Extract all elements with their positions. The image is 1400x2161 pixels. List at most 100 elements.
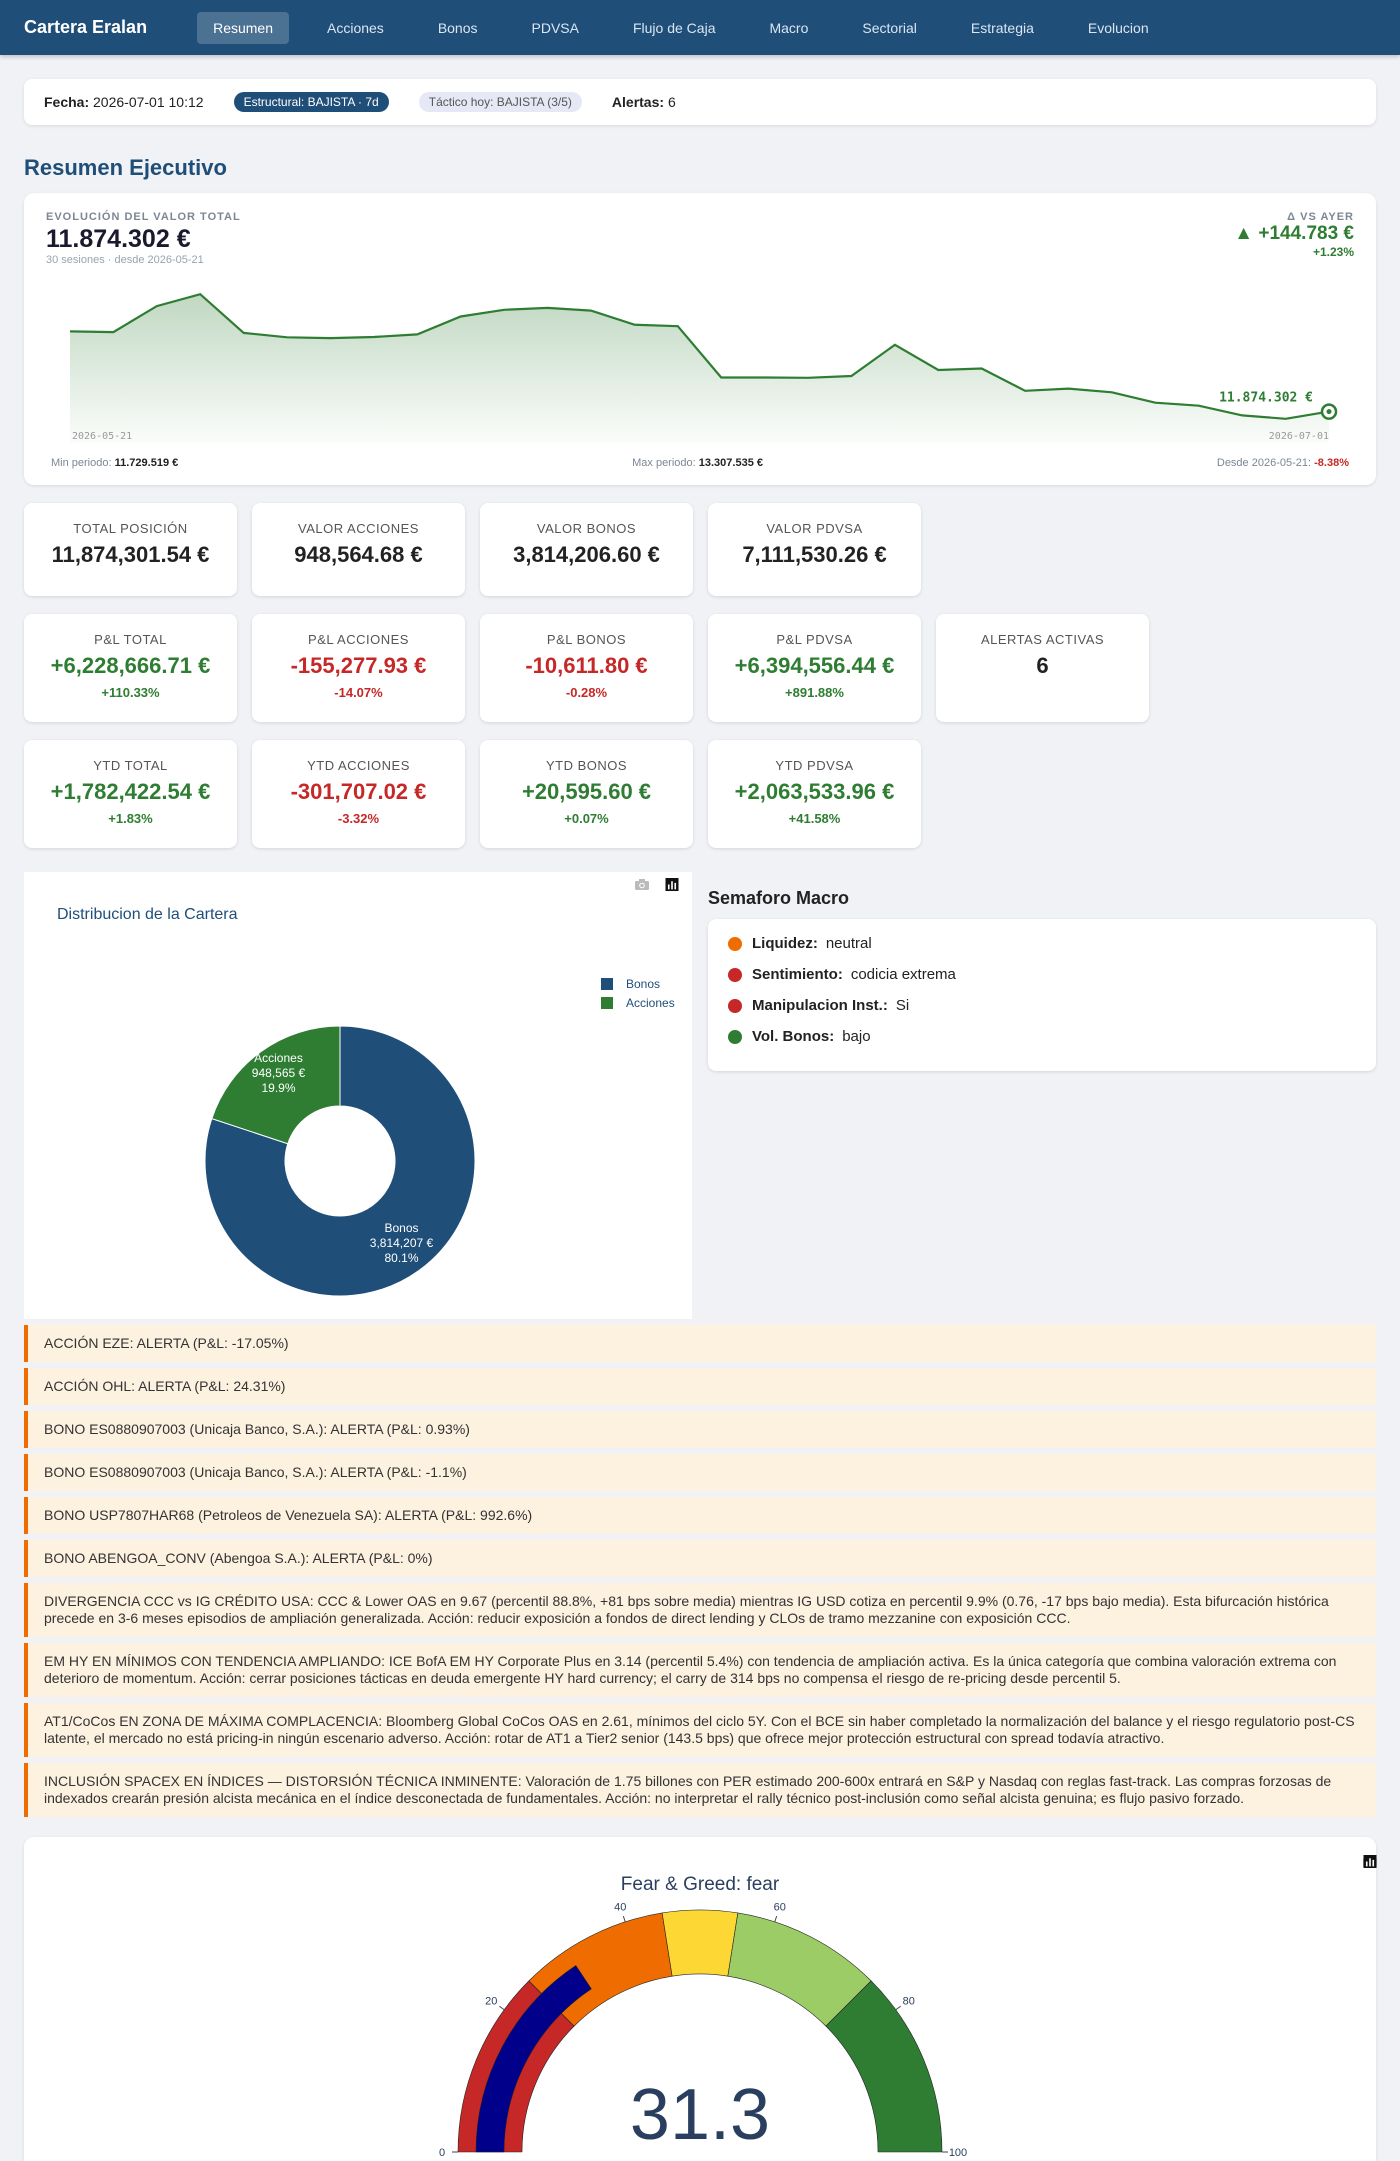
estructural-badge: Estructural: BAJISTA · 7d bbox=[233, 92, 389, 112]
evolution-subtitle: 30 sesiones · desde 2026-05-21 bbox=[46, 254, 204, 266]
kpi-value: 3,814,206.60 € bbox=[513, 542, 660, 567]
kpi-value: 11,874,301.54 € bbox=[51, 542, 210, 567]
tab-acciones[interactable]: Acciones bbox=[311, 12, 400, 44]
semaforo-item: Liquidez: neutral bbox=[728, 935, 1356, 952]
kpi-card: P&L TOTAL +6,228,666.71 € +110.33% bbox=[24, 614, 237, 722]
tab-flujo-de-caja[interactable]: Flujo de Caja bbox=[617, 12, 732, 44]
legend-entry: Acciones bbox=[626, 996, 675, 1010]
gauge-tick-label: 100 bbox=[949, 2147, 967, 2159]
kpi-value: 7,111,530.26 € bbox=[742, 542, 887, 567]
tab-bonos[interactable]: Bonos bbox=[422, 12, 494, 44]
gauge-band bbox=[661, 1909, 739, 1977]
kpi-title: P&L PDVSA bbox=[776, 632, 853, 647]
semaforo-macro: Semaforo Macro Liquidez: neutral Sentimien… bbox=[708, 872, 1376, 1319]
kpi-title: P&L TOTAL bbox=[94, 632, 167, 647]
kpi-percent: +110.33% bbox=[101, 685, 160, 700]
delta-value: ▲ +144.783 € bbox=[1234, 223, 1354, 244]
tab-macro[interactable]: Macro bbox=[753, 12, 824, 44]
tab-sectorial[interactable]: Sectorial bbox=[846, 12, 932, 44]
semaforo-value: Si bbox=[895, 997, 910, 1014]
gauge-value: 31.3 bbox=[630, 2075, 770, 2155]
evolution-end-date: 2026-07-01 bbox=[1269, 431, 1329, 442]
fecha-field: Fecha: 2026-07-01 10:12 bbox=[44, 94, 204, 110]
semaforo-label: Manipulacion Inst.: bbox=[752, 997, 888, 1014]
tactico-badge: Táctico hoy: BAJISTA (3/5) bbox=[418, 92, 582, 112]
evolution-card: 11.874.302 € 2026-05-21 2026-07-01 EVOLUCI… bbox=[24, 193, 1376, 485]
semaforo-title: Semaforo Macro bbox=[708, 888, 850, 908]
gauge-tick-label: 60 bbox=[774, 1902, 786, 1914]
kpi-card: YTD BONOS +20,595.60 € +0.07% bbox=[480, 740, 693, 848]
kpi-value: +20,595.60 € bbox=[521, 779, 652, 804]
kpi-percent: -14.07% bbox=[334, 685, 383, 700]
kpi-percent: -0.28% bbox=[565, 685, 608, 700]
kpi-card: P&L ACCIONES -155,277.93 € -14.07% bbox=[252, 614, 465, 722]
kpi-title: P&L ACCIONES bbox=[308, 632, 409, 647]
status-dot-icon bbox=[728, 936, 742, 951]
max-period: Max periodo: 13.307.535 € bbox=[632, 457, 763, 469]
kpi-value: +2,063,533.96 € bbox=[734, 779, 895, 804]
gauge-tick-label: 20 bbox=[485, 1995, 497, 2007]
evolution-end-label: 11.874.302 € bbox=[1219, 391, 1313, 406]
kpi-title: TOTAL POSICIÓN bbox=[73, 521, 188, 536]
pie-label: 19.9% bbox=[261, 1081, 295, 1095]
kpi-card: YTD PDVSA +2,063,533.96 € +41.58% bbox=[708, 740, 921, 848]
tab-resumen[interactable]: Resumen bbox=[197, 11, 289, 44]
alert-item: ACCIÓN EZE: ALERTA (P&L: -17.05%) bbox=[24, 1325, 1376, 1362]
tab-pdvsa[interactable]: PDVSA bbox=[516, 12, 595, 44]
delta-label: Δ VS AYER bbox=[1287, 211, 1354, 223]
kpi-title: YTD ACCIONES bbox=[307, 758, 410, 773]
semaforo-value: codicia extrema bbox=[850, 966, 956, 983]
fear-greed-gauge: 0 20 40 60 80 100 Fear & Greed: fear 31.3 bbox=[24, 1837, 1377, 2161]
kpi-card: TOTAL POSICIÓN 11,874,301.54 € bbox=[24, 503, 237, 596]
gauge-tick bbox=[895, 2005, 901, 2011]
kpi-title: YTD TOTAL bbox=[93, 758, 168, 773]
gauge-svg: 0 20 40 60 80 100 Fear & Greed: fear 31.3 bbox=[439, 1874, 967, 2159]
legend-swatch bbox=[601, 997, 613, 1009]
semaforo-item: Manipulacion Inst.: Si bbox=[728, 997, 1356, 1014]
pie-label: 80.1% bbox=[384, 1251, 418, 1265]
semaforo-label: Liquidez: bbox=[752, 935, 818, 952]
alert-item: EM HY EN MÍNIMOS CON TENDENCIA AMPLIANDO… bbox=[24, 1643, 1376, 1697]
pie-label: Bonos bbox=[384, 1221, 418, 1235]
semaforo-item: Sentimiento: codicia extrema bbox=[728, 966, 1356, 983]
gauge-tick-label: 0 bbox=[439, 2147, 445, 2159]
status-dot-icon bbox=[728, 967, 742, 982]
status-dot-icon bbox=[728, 1029, 742, 1044]
section-title: Resumen Ejecutivo bbox=[24, 155, 227, 180]
top-navbar: Cartera Eralan Resumen Acciones Bonos PDVSA… bbox=[0, 0, 1400, 55]
kpi-row-values: TOTAL POSICIÓN 11,874,301.54 € VALOR ACCIO… bbox=[24, 503, 1376, 596]
semaforo-box: Liquidez: neutral Sentimiento: codicia extr… bbox=[708, 919, 1376, 1071]
alert-item: ACCIÓN OHL: ALERTA (P&L: 24.31%) bbox=[24, 1368, 1376, 1405]
kpi-percent: -3.32% bbox=[337, 811, 380, 826]
kpi-card: YTD TOTAL +1,782,422.54 € +1.83% bbox=[24, 740, 237, 848]
kpi-value: +1,782,422.54 € bbox=[50, 779, 211, 804]
tab-evolucion[interactable]: Evolucion bbox=[1072, 12, 1165, 44]
kpi-card: VALOR ACCIONES 948,564.68 € bbox=[252, 503, 465, 596]
gauge-tick-label: 40 bbox=[614, 1902, 626, 1914]
pie-label: 3,814,207 € bbox=[370, 1236, 434, 1250]
status-bar: Fecha: 2026-07-01 10:12 Estructural: BAJ… bbox=[24, 79, 1376, 125]
gauge-tick bbox=[622, 1915, 626, 1922]
evolution-area bbox=[70, 294, 1329, 443]
alerts-list: ACCIÓN EZE: ALERTA (P&L: -17.05%) ACCIÓN … bbox=[24, 1325, 1376, 1817]
status-dot-icon bbox=[728, 998, 742, 1013]
semaforo-label: Sentimiento: bbox=[752, 966, 843, 983]
kpi-title: VALOR ACCIONES bbox=[298, 521, 419, 536]
kpi-card: YTD ACCIONES -301,707.02 € -3.32% bbox=[252, 740, 465, 848]
kpi-title: ALERTAS ACTIVAS bbox=[980, 632, 1105, 647]
evolution-start-date: 2026-05-21 bbox=[72, 431, 132, 442]
kpi-row-pnl: P&L TOTAL +6,228,666.71 € +110.33% P&L ACCI… bbox=[24, 614, 1376, 722]
legend-entry: Bonos bbox=[626, 977, 660, 991]
kpi-title: VALOR PDVSA bbox=[766, 521, 863, 536]
semaforo-value: neutral bbox=[825, 935, 872, 952]
alert-item: BONO USP7807HAR68 (Petroleos de Venezuel… bbox=[24, 1497, 1376, 1534]
semaforo-value: bajo bbox=[842, 1028, 871, 1045]
evolution-value: 11.874.302 € bbox=[46, 225, 191, 253]
kpi-value: +6,394,556.44 € bbox=[734, 653, 895, 678]
alert-item: BONO ES0880907003 (Unicaja Banco, S.A.):… bbox=[24, 1454, 1376, 1491]
tab-estrategia[interactable]: Estrategia bbox=[955, 12, 1050, 44]
pie-svg: Bonos3,814,207 €80.1%Acciones948,565 €19… bbox=[204, 977, 675, 1297]
evolution-footer: Min periodo: 11.729.519 € Max periodo: 1… bbox=[51, 457, 1349, 469]
semaforo-item: Vol. Bonos: bajo bbox=[728, 1028, 1356, 1045]
kpi-title: VALOR BONOS bbox=[536, 521, 637, 536]
